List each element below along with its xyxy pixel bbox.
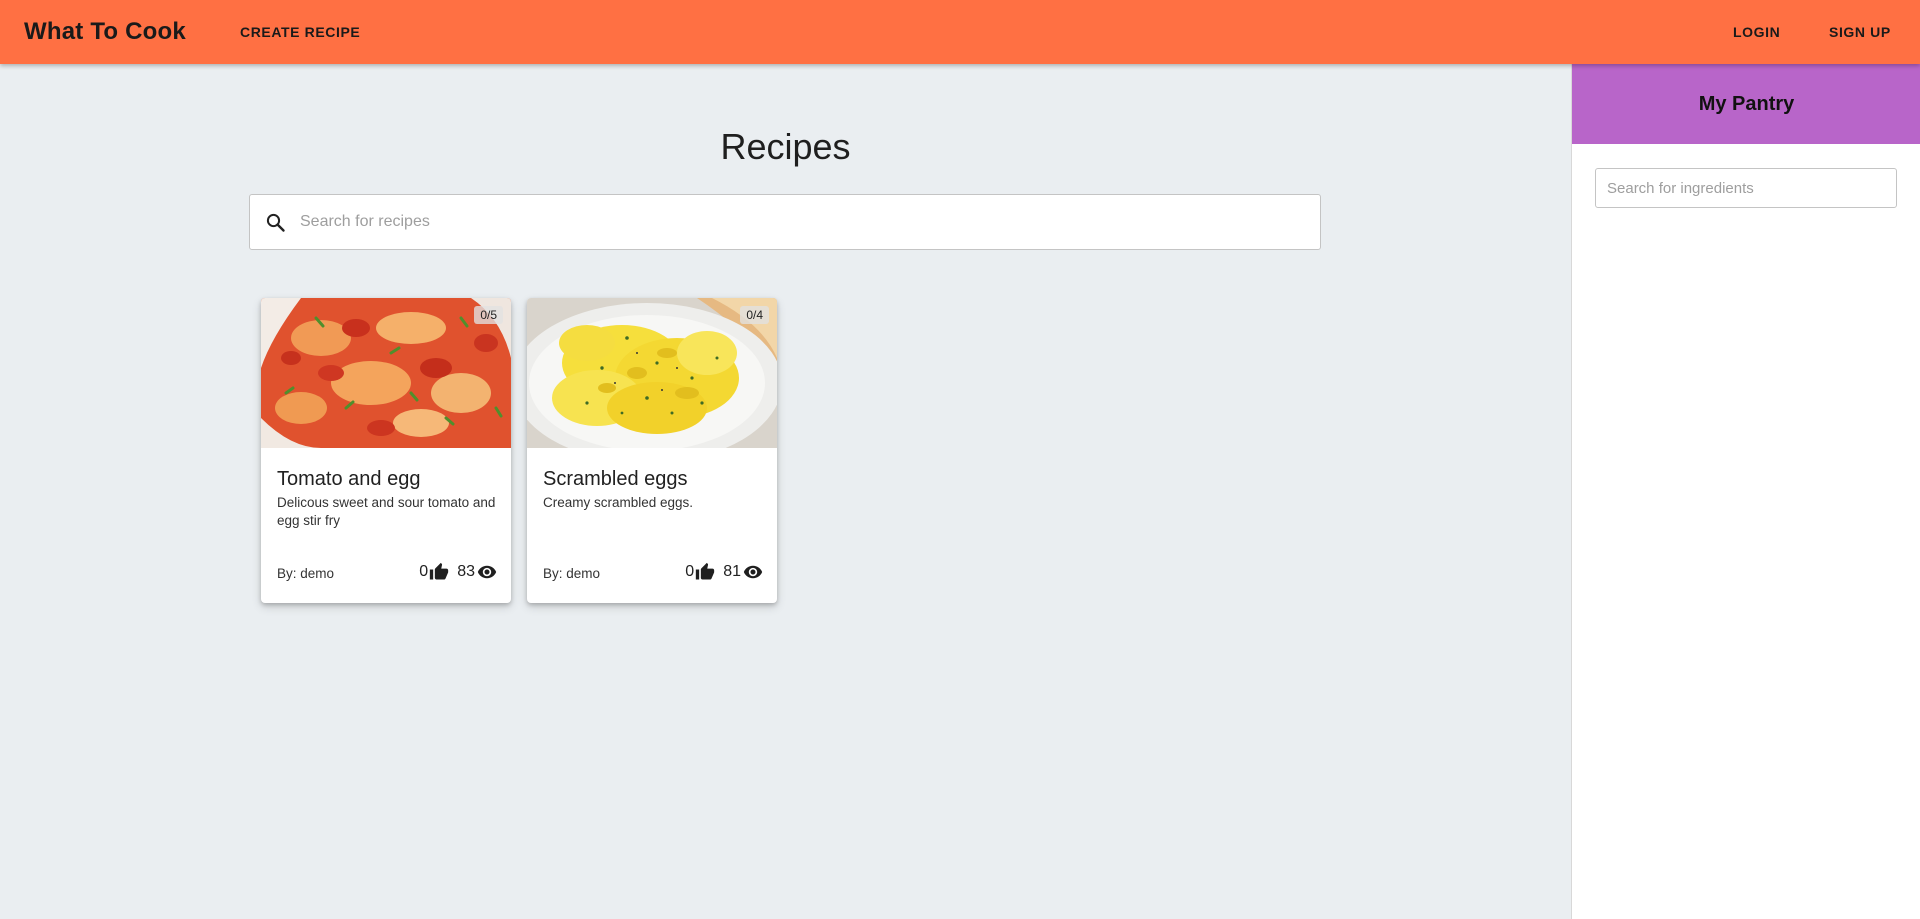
- recipe-title[interactable]: Scrambled eggs: [543, 468, 763, 491]
- recipe-description: Delicous sweet and sour tomato and egg s…: [277, 495, 496, 528]
- login-button[interactable]: LOGIN: [1733, 0, 1780, 64]
- thumb-up-icon[interactable]: [695, 562, 715, 582]
- ingredient-match-badge: 0/4: [740, 306, 769, 324]
- recipe-author: By: demo: [277, 566, 335, 581]
- recipe-stats: 0 83: [419, 562, 497, 582]
- page-title: Recipes: [720, 126, 851, 167]
- create-recipe-button[interactable]: CREATE RECIPE: [240, 0, 360, 64]
- sign-up-button[interactable]: SIGN UP: [1829, 0, 1891, 64]
- recipe-title[interactable]: Tomato and egg: [277, 468, 497, 491]
- eye-icon: [477, 562, 497, 582]
- brand-title[interactable]: What To Cook: [24, 0, 186, 64]
- app-root: What To Cook CREATE RECIPE LOGIN SIGN UP…: [0, 0, 1920, 919]
- app-bar: What To Cook CREATE RECIPE LOGIN SIGN UP: [0, 0, 1920, 64]
- recipe-search-input[interactable]: [300, 195, 1300, 249]
- recipe-stats: 0 81: [685, 562, 763, 582]
- view-count: 81: [723, 563, 741, 580]
- recipe-card[interactable]: 0/4 Scrambled eggs Creamy scrambled eggs…: [527, 298, 777, 603]
- like-count: 0: [685, 563, 695, 580]
- view-count: 83: [457, 563, 475, 580]
- ingredient-search-input[interactable]: [1595, 168, 1897, 208]
- recipe-card[interactable]: 0/5 Tomato and egg Delicous sweet and so…: [261, 298, 511, 603]
- pantry-sidebar: My Pantry: [1571, 64, 1920, 919]
- search-icon: [264, 211, 288, 235]
- like-count: 0: [419, 563, 429, 580]
- recipe-description: Creamy scrambled eggs.: [543, 495, 694, 510]
- eye-icon: [743, 562, 763, 582]
- recipe-author: By: demo: [543, 566, 601, 581]
- thumb-up-icon[interactable]: [429, 562, 449, 582]
- pantry-title: My Pantry: [1572, 64, 1920, 144]
- recipes-main: Recipes Search for recipes 0/5 Tomato an…: [0, 64, 1571, 919]
- ingredient-match-badge: 0/5: [474, 306, 503, 324]
- recipe-search-box[interactable]: [249, 194, 1321, 250]
